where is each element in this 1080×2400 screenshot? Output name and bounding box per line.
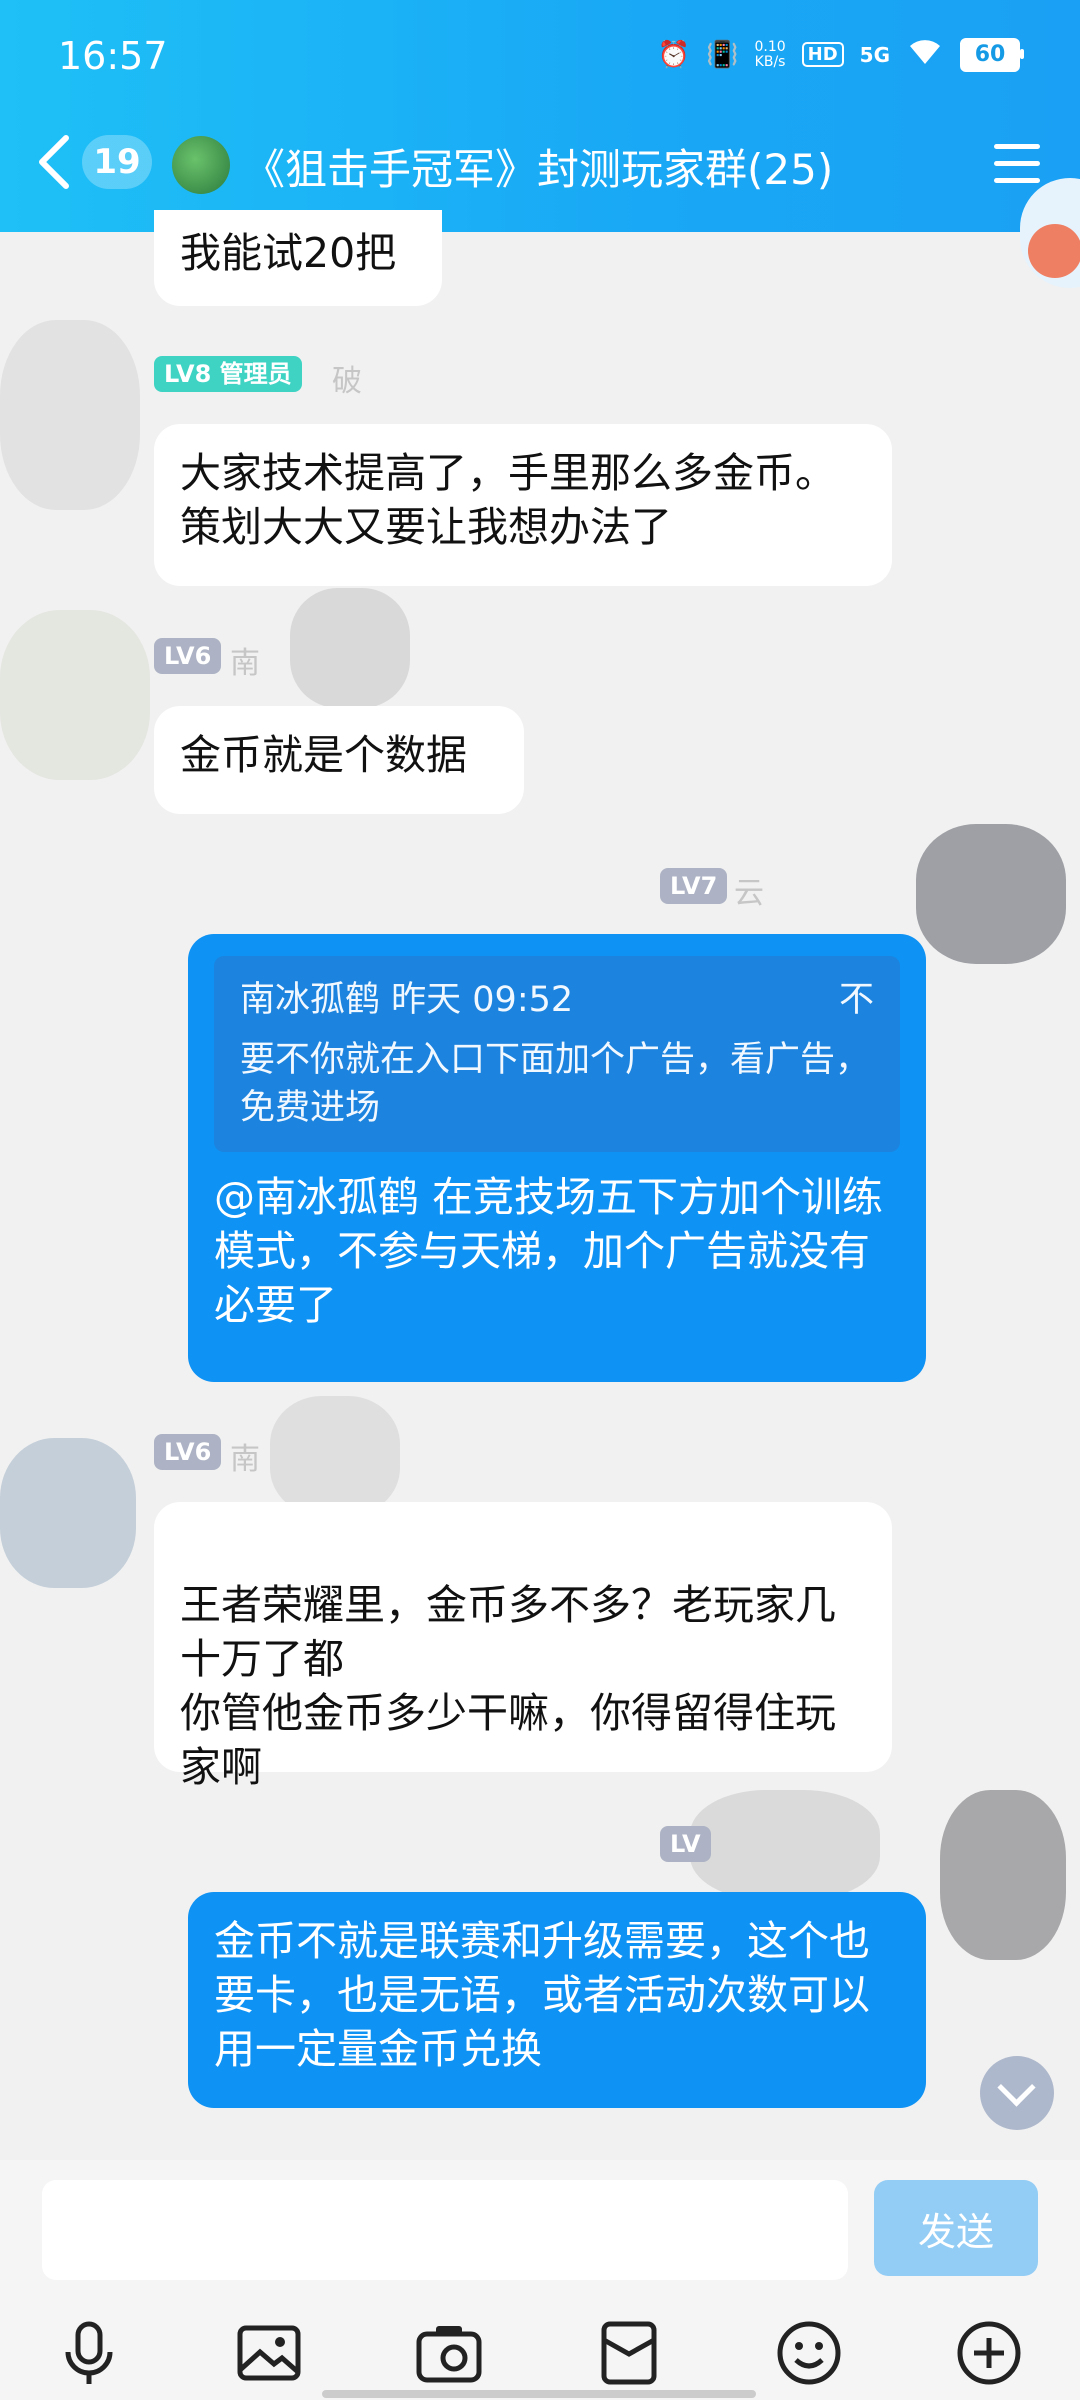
status-time: 16:57 <box>58 34 168 78</box>
sender-name: 南 <box>230 646 260 681</box>
level-badge: LV6 <box>154 1434 222 1470</box>
avatar[interactable] <box>0 1438 136 1588</box>
message-bubble[interactable]: 金币就是个数据 <box>154 706 524 814</box>
message-text: 我能试20把 <box>180 229 397 277</box>
status-icons: ⏰ 📳 0.10 KB/s HD 5G 60 <box>657 36 1024 73</box>
network-speed: 0.10 KB/s <box>754 38 786 70</box>
sticker-smudge <box>290 588 410 708</box>
input-bar: 发送 <box>0 2160 1080 2400</box>
chat-title[interactable]: 《狙击手冠军》封测玩家群(25) <box>243 136 833 197</box>
message-text: 王者荣耀里，金币多不多？老玩家几十万了都 你管他金币多少干嘛，你得留得住玩家啊 <box>180 1581 836 1791</box>
sticker-smudge <box>270 1396 400 1516</box>
avatar[interactable] <box>0 320 140 510</box>
red-packet-icon[interactable] <box>594 2318 664 2388</box>
network-type: 5G <box>859 42 890 67</box>
menu-button[interactable] <box>994 144 1040 186</box>
send-button[interactable]: 发送 <box>874 2180 1038 2276</box>
message-bubble[interactable]: 南冰孤鹤 昨天 09:52 不 要不你就在入口下面加个广告，看广告，免费进场 @… <box>188 934 926 1382</box>
message-text: 大家技术提高了，手里那么多金币。策划大大又要让我想办法了 <box>180 449 836 551</box>
image-icon[interactable] <box>234 2318 304 2388</box>
message-bubble[interactable]: 大家技术提高了，手里那么多金币。策划大大又要让我想办法了 <box>154 424 892 586</box>
message-bubble[interactable]: 我能试20把 <box>154 210 442 306</box>
battery-indicator: 60 <box>960 37 1024 72</box>
sender-name: 云 <box>734 876 764 911</box>
scroll-to-bottom-button[interactable] <box>980 2056 1054 2130</box>
wifi-icon <box>906 36 944 73</box>
back-button[interactable] <box>34 132 74 192</box>
message-text: 金币就是个数据 <box>180 731 467 779</box>
quote-author: 南冰孤鹤 <box>240 980 381 1020</box>
message-text: @南冰孤鹤 在竞技场五下方加个训练模式，不参与天梯，加个广告就没有必要了 <box>214 1173 884 1329</box>
vibrate-icon: 📳 <box>706 39 739 70</box>
level-badge: LV6 <box>154 638 222 674</box>
alarm-icon: ⏰ <box>657 39 691 70</box>
group-avatar <box>172 136 230 194</box>
quoted-message[interactable]: 南冰孤鹤 昨天 09:52 不 要不你就在入口下面加个广告，看广告，免费进场 <box>214 956 900 1152</box>
unread-count-badge[interactable]: 19 <box>82 135 152 189</box>
quote-text: 要不你就在入口下面加个广告，看广告，免费进场 <box>240 1040 871 1128</box>
mic-icon[interactable] <box>54 2318 124 2388</box>
quote-header: 南冰孤鹤 昨天 09:52 <box>240 976 573 1024</box>
message-input[interactable] <box>42 2180 848 2280</box>
message-text: 金币不就是联赛和升级需要，这个也要卡，也是无语，或者活动次数可以用一定量金币兑换 <box>214 1917 870 2073</box>
quote-trailing: 不 <box>838 980 874 1020</box>
message-bubble[interactable]: 金币不就是联赛和升级需要，这个也要卡，也是无语，或者活动次数可以用一定量金币兑换 <box>188 1892 926 2108</box>
level-badge: LV8 管理员 <box>154 356 302 392</box>
level-badge: LV <box>660 1826 711 1862</box>
chat-header: 16:57 ⏰ 📳 0.10 KB/s HD 5G 60 19 《狙击手冠军》封… <box>0 0 1080 232</box>
quote-time: 昨天 09:52 <box>391 980 574 1020</box>
plus-icon[interactable] <box>954 2318 1024 2388</box>
emoji-icon[interactable] <box>774 2318 844 2388</box>
menu-icon <box>994 144 1040 149</box>
home-indicator[interactable] <box>322 2390 756 2398</box>
hd-badge: HD <box>801 42 844 67</box>
avatar[interactable] <box>0 610 150 780</box>
avatar[interactable] <box>940 1790 1066 1960</box>
camera-icon[interactable] <box>414 2318 484 2388</box>
sticker-smudge <box>690 1790 880 1900</box>
sender-name: 破 <box>332 364 362 399</box>
level-badge: LV7 <box>660 868 728 904</box>
avatar[interactable] <box>916 824 1066 964</box>
assistant-icon <box>1028 224 1080 278</box>
chevron-left-icon <box>39 135 69 189</box>
sender-name: 南 <box>230 1442 260 1477</box>
message-bubble[interactable]: 王者荣耀里，金币多不多？老玩家几十万了都 你管他金币多少干嘛，你得留得住玩家啊 <box>154 1502 892 1791</box>
